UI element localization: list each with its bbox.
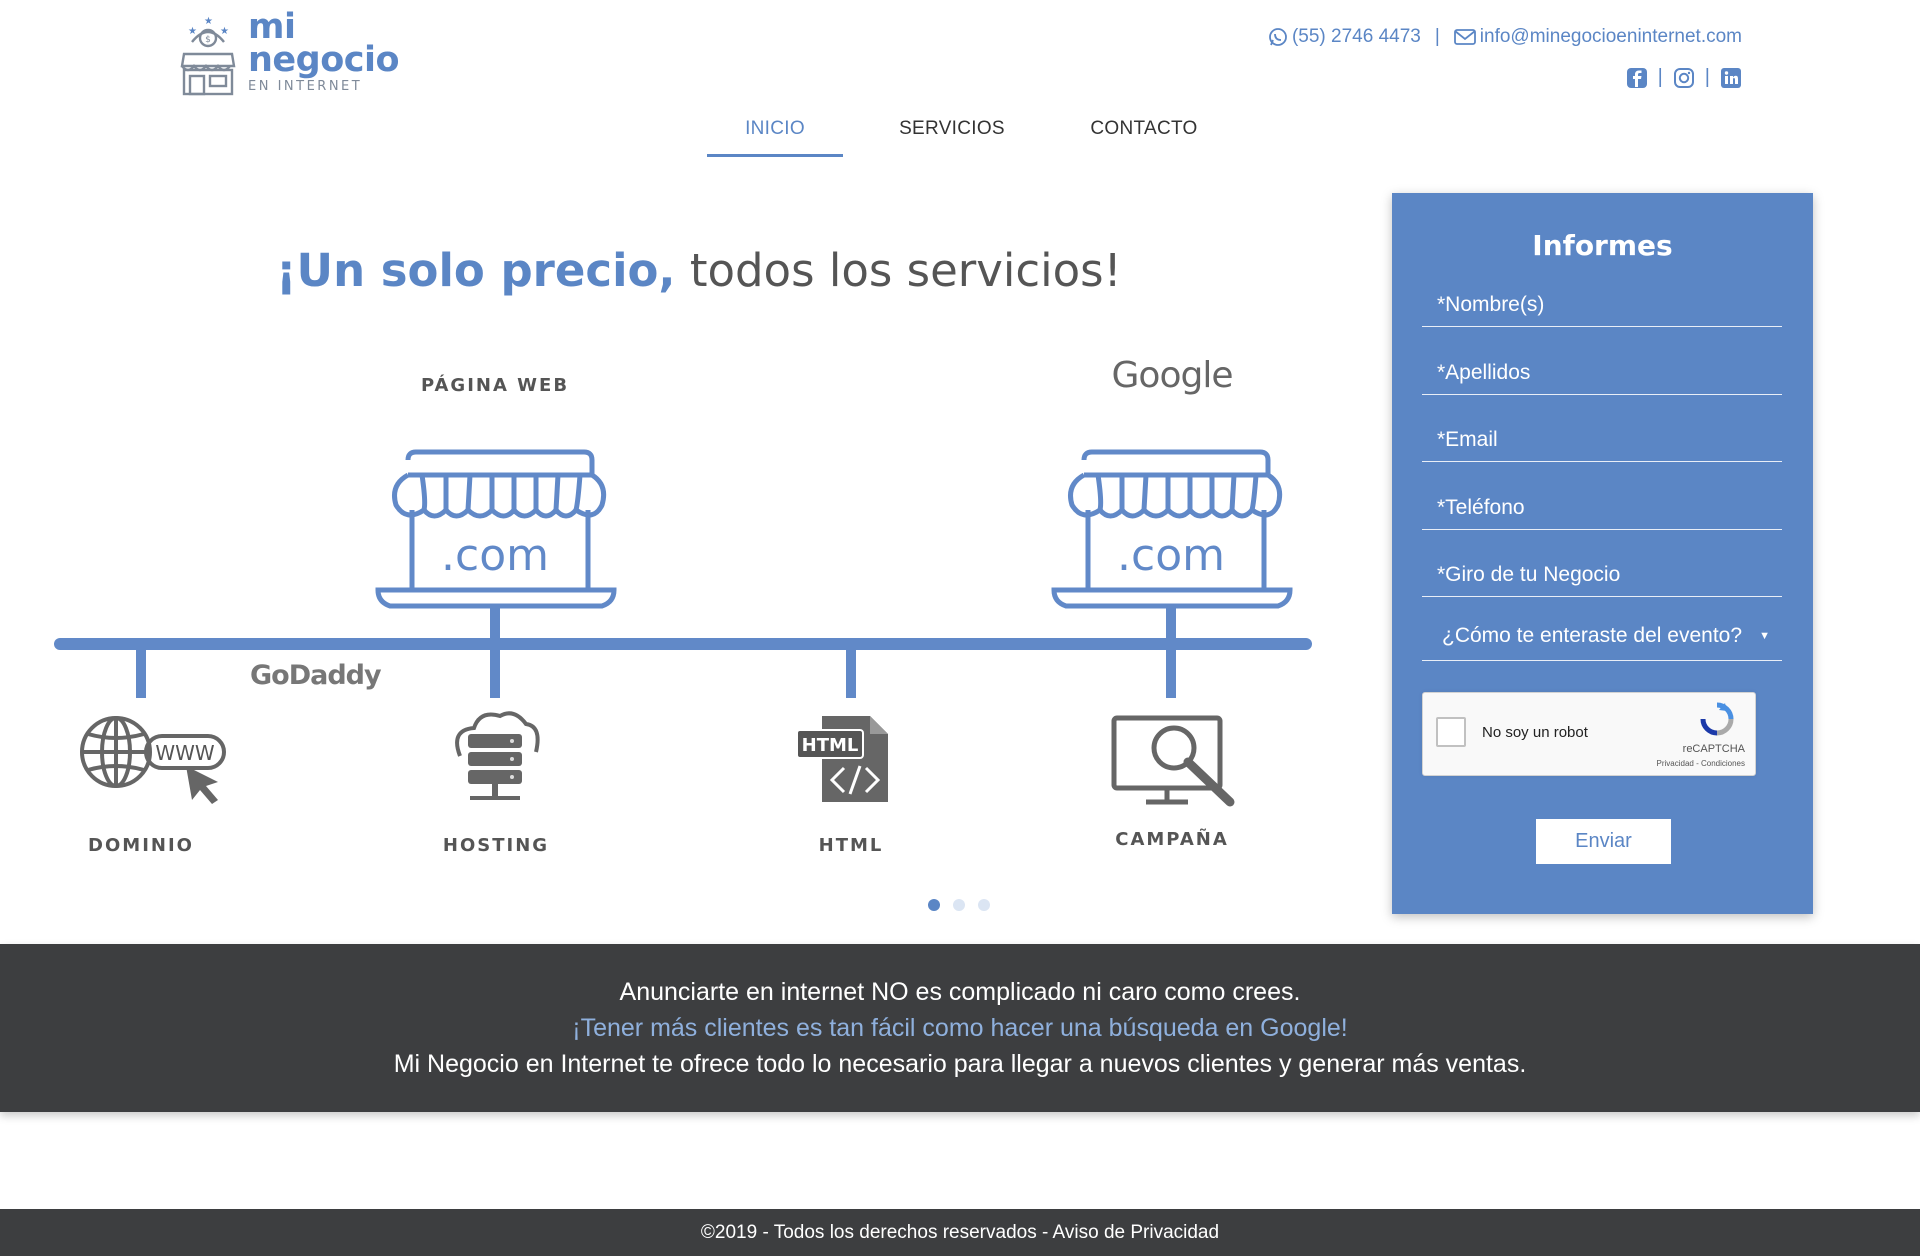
recaptcha-label: No soy un robot xyxy=(1482,724,1588,741)
footer-copyright: ©2019 - Todos los derechos reservados - xyxy=(700,1222,1053,1243)
facebook-icon[interactable] xyxy=(1626,67,1648,89)
phone-link[interactable]: (55) 2746 4473 xyxy=(1268,26,1421,48)
form-title: Informes xyxy=(1532,229,1673,262)
nav-item-servicios[interactable]: SERVICIOS xyxy=(843,112,1061,157)
caret-down-icon: ▼ xyxy=(1759,629,1770,642)
recaptcha-checkbox[interactable] xyxy=(1436,717,1466,747)
giro-field[interactable] xyxy=(1422,553,1782,597)
footer: ©2019 - Todos los derechos reservados - … xyxy=(0,1209,1920,1256)
slider-dot[interactable] xyxy=(953,899,965,911)
hero-title: ¡Un solo precio, todos los servicios! xyxy=(276,244,1122,297)
storefront-web-icon xyxy=(375,449,617,609)
cursor-icon xyxy=(186,766,218,804)
www-text: WWW xyxy=(155,741,215,765)
social-links: | | xyxy=(1626,66,1742,89)
brand-tagline: EN INTERNET xyxy=(248,79,363,94)
nav-item-contacto[interactable]: CONTACTO xyxy=(1061,112,1227,157)
label-html: HTML xyxy=(818,835,884,856)
monitor-search-icon xyxy=(1111,715,1223,805)
label-campana: CAMPAÑA xyxy=(1115,829,1229,850)
svg-text:★: ★ xyxy=(220,26,229,37)
slider-dots xyxy=(928,899,990,911)
recaptcha-brand: reCAPTCHA xyxy=(1682,743,1745,755)
store-domain-text: .com xyxy=(1117,530,1225,581)
slider-dot[interactable] xyxy=(978,899,990,911)
contact-separator: | xyxy=(1434,26,1440,47)
promo-line-1: Anunciarte en internet NO es complicado … xyxy=(619,978,1301,1006)
label-hosting: HOSTING xyxy=(442,835,550,856)
apellidos-field[interactable] xyxy=(1422,351,1782,395)
recaptcha-links[interactable]: Privacidad - Condiciones xyxy=(1657,759,1746,768)
referral-select-value: ¿Cómo te enteraste del evento? xyxy=(1442,623,1743,647)
label-dominio: DOMINIO xyxy=(88,835,194,856)
svg-text:$: $ xyxy=(205,35,211,45)
godaddy-logo: GoDaddy xyxy=(250,660,382,691)
storefront-logo-icon: $ ★ ★ ★ xyxy=(180,16,236,96)
promo-band: Anunciarte en internet NO es complicado … xyxy=(0,944,1920,1112)
services-diagram: .com .com WWW HTML xyxy=(54,449,1312,807)
envelope-icon xyxy=(1453,29,1476,45)
nombre-field[interactable] xyxy=(1422,283,1782,327)
instagram-icon[interactable] xyxy=(1673,67,1695,89)
privacy-link[interactable]: Aviso de Privacidad xyxy=(1053,1222,1220,1243)
store-domain-text: .com xyxy=(441,530,549,581)
recaptcha-widget: No soy un robot reCAPTCHA Privacidad - C… xyxy=(1422,692,1756,776)
label-pagina-web: PÁGINA WEB xyxy=(420,375,570,396)
slider-dot[interactable] xyxy=(928,899,940,911)
brand-line-2: negocio xyxy=(248,40,400,80)
referral-select[interactable]: ¿Cómo te enteraste del evento? ▼ xyxy=(1422,611,1782,661)
email-field[interactable] xyxy=(1422,418,1782,462)
enviar-button[interactable]: Enviar xyxy=(1536,819,1671,864)
phone-number: (55) 2746 4473 xyxy=(1291,26,1421,47)
svg-text:★: ★ xyxy=(188,26,197,37)
promo-line-2: ¡Tener más clientes es tan fácil como ha… xyxy=(572,1014,1348,1042)
promo-line-3: Mi Negocio en Internet te ofrece todo lo… xyxy=(393,1050,1527,1078)
nav-item-inicio[interactable]: INICIO xyxy=(707,112,843,157)
social-separator: | xyxy=(1704,66,1710,88)
storefront-campaign-icon xyxy=(1051,449,1293,609)
email-address: info@minegocioeninternet.com xyxy=(1479,26,1742,47)
social-separator: | xyxy=(1657,66,1663,88)
main-nav: INICIO SERVICIOS CONTACTO xyxy=(0,112,1920,157)
email-link[interactable]: info@minegocioeninternet.com xyxy=(1453,26,1742,48)
telefono-field[interactable] xyxy=(1422,486,1782,530)
informes-form-panel: Informes ¿Cómo te enteraste del evento? … xyxy=(1392,193,1813,914)
hero-title-bold: ¡Un solo precio, xyxy=(276,244,676,297)
whatsapp-icon xyxy=(1269,28,1287,46)
brand-logo[interactable]: $ ★ ★ ★ mi negocio EN INTERNET xyxy=(178,10,408,100)
google-logo: Google xyxy=(1111,355,1234,396)
contact-bar: (55) 2746 4473 | info@minegocioeninterne… xyxy=(1268,26,1742,48)
svg-text:★: ★ xyxy=(204,16,213,27)
linkedin-icon[interactable] xyxy=(1720,67,1742,89)
recaptcha-icon xyxy=(1700,702,1734,736)
svg-text:HTML: HTML xyxy=(802,735,859,756)
html-file-icon: HTML xyxy=(796,716,888,802)
hero-title-rest: todos los servicios! xyxy=(675,244,1122,297)
